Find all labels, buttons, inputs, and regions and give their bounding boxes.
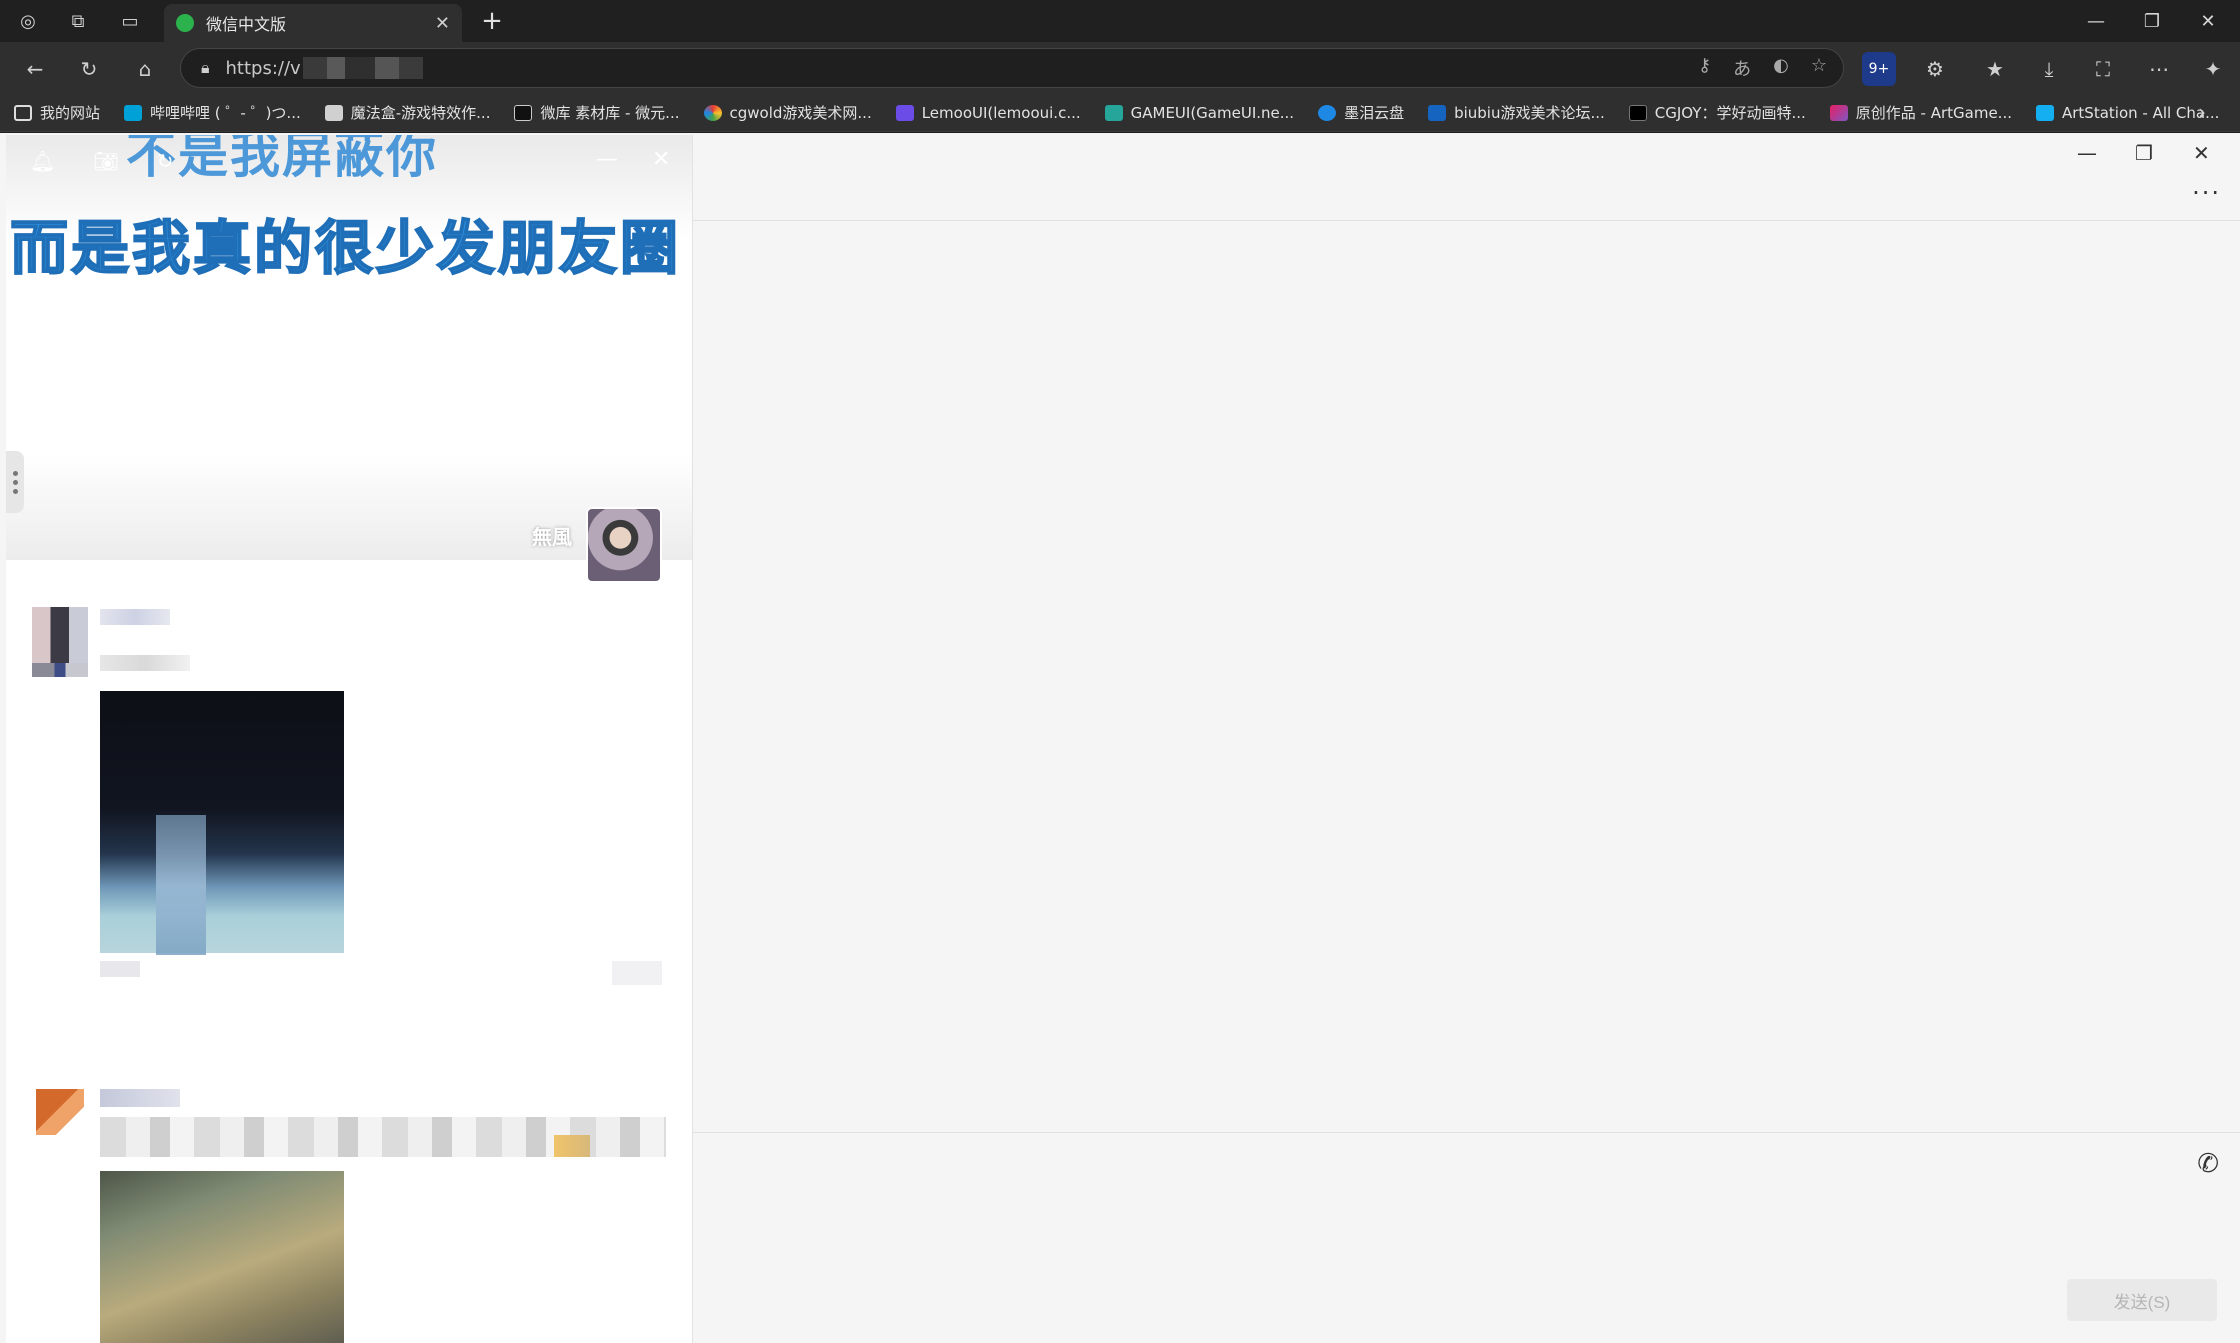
post-actions[interactable] [612,961,662,985]
copilot-icon[interactable]: ✦ [2196,52,2230,86]
biubiu-icon [1428,104,1447,121]
tab-close-icon[interactable]: ✕ [435,13,450,34]
side-drag-handle[interactable] [6,451,24,513]
bookmark-item[interactable]: cgwold游戏美术网... [703,102,872,123]
cgjoy-icon [1628,104,1647,121]
favorites-icon[interactable]: ★ [1978,52,2012,86]
bookmark-item[interactable]: CGJOY：学好动画特... [1628,102,1806,123]
voice-call-icon[interactable]: ✆ [2197,1149,2219,1179]
page-viewport: 不是我屏蔽你 而是我真的很少发朋友圈 無風 🔔︎ 📷︎ ↻ — ✕ — ❐ ✕ … [0,133,2240,1343]
bookmark-item[interactable]: GAMEUI(GameUI.ne... [1104,104,1294,122]
close-window-button[interactable]: ✕ [2186,6,2230,36]
screenshot-icon[interactable]: ⛶ [2086,52,2120,86]
wechat-favicon-icon [176,14,194,32]
post-author[interactable] [100,1089,180,1107]
bilibili-icon [124,104,143,121]
favorite-star-icon[interactable]: ☆ [1811,55,1827,81]
browser-toolbar: ← ↻ ⌂ 🔒︎ https://v ⚷ あ ◐ ☆ 9+ ⚙ ★ ⤓ ⛶ ⋯ … [0,42,2240,94]
minimize-button[interactable]: — [2074,6,2118,36]
user-nickname: 無風 [532,525,572,549]
address-bar[interactable]: 🔒︎ https://v ⚷ あ ◐ ☆ [180,48,1844,88]
post-avatar[interactable] [36,1089,84,1135]
moments-cover: 不是我屏蔽你 而是我真的很少发朋友圈 無風 [6,135,692,583]
browser-window: ◎ ⧉ ▭ 微信中文版 ✕ + — ❐ ✕ ← ↻ ⌂ 🔒︎ https://v… [0,0,2240,1343]
bookmarks-bar: 我的网站 哔哩哔哩 ( ゜- ゜)つ... 魔法盒-游戏特效作... 微库 素材… [0,94,2240,132]
chat-close-icon[interactable]: ✕ [2193,141,2210,165]
bookmark-item[interactable]: ArtStation - All Cha... [2035,104,2219,122]
extension-badge-count: 9+ [1868,61,1890,77]
post-author[interactable] [100,609,170,625]
mofahe-icon [324,104,343,121]
camera-icon[interactable]: 📷︎ [93,149,118,173]
key-icon[interactable]: ⚷ [1698,55,1711,81]
moments-panel: 不是我屏蔽你 而是我真的很少发朋友圈 無風 🔔︎ 📷︎ ↻ — ✕ [6,135,692,1343]
menu-more-icon[interactable]: ⋯ [2142,52,2176,86]
bookmark-item[interactable]: 哔哩哔哩 ( ゜- ゜)つ... [124,102,301,123]
chat-header: — ❐ ✕ ··· [693,135,2240,221]
chat-panel: — ❐ ✕ ··· ✆ 发送(S) [692,135,2240,1343]
post-image-figure [156,815,206,955]
translate-icon[interactable]: あ [1733,55,1751,81]
back-button[interactable]: ← [18,52,52,86]
post-text [100,655,190,671]
chat-minimize-icon[interactable]: — [2077,141,2097,165]
home-button[interactable]: ⌂ [128,52,162,86]
refresh-button[interactable]: ↻ [72,52,106,86]
workspaces-icon[interactable]: ⧉ [62,6,94,36]
moments-toolbar: 🔔︎ 📷︎ ↻ [30,149,174,173]
profile-icon[interactable]: ◎ [12,6,44,36]
bookmark-item[interactable]: 墨泪云盘 [1318,102,1404,123]
restore-button[interactable]: ❐ [2130,6,2174,36]
folder-icon [14,104,32,121]
tab-strip: ◎ ⧉ ▭ 微信中文版 ✕ + — ❐ ✕ [0,0,2240,42]
post-image[interactable] [100,1171,344,1343]
post-emoji [554,1135,590,1157]
tab-wechat[interactable]: 微信中文版 ✕ [164,4,462,42]
artstation-icon [2035,104,2054,121]
chat-input-area[interactable]: ✆ 发送(S) [693,1132,2240,1343]
extension-badge-icon[interactable]: 9+ [1862,52,1896,86]
refresh-icon[interactable]: ↻ [157,149,174,173]
user-avatar[interactable] [586,507,662,583]
tab-title: 微信中文版 [206,15,287,34]
downloads-icon[interactable]: ⤓ [2032,52,2066,86]
post-avatar[interactable] [32,607,88,663]
post-avatar-strip [32,663,88,677]
lemooui-icon [895,104,914,121]
reading-icon[interactable]: ◐ [1773,55,1789,81]
cover-text-line2: 而是我真的很少发朋友圈 [9,213,682,283]
moments-minimize-icon[interactable]: — [596,147,618,172]
chat-more-icon[interactable]: ··· [2192,179,2221,207]
gameui-icon [1104,104,1123,121]
artgame-icon [1829,104,1848,121]
weiku-icon [514,104,533,121]
chat-maximize-icon[interactable]: ❐ [2135,141,2153,165]
bookmark-item[interactable]: LemooUI(lemooui.c... [895,104,1081,122]
bookmarks-overflow-icon[interactable]: › [2198,100,2206,124]
address-actions: ⚷ あ ◐ ☆ [1698,55,1827,81]
molei-cloud-icon [1318,104,1337,121]
address-url: https://v [225,57,301,79]
lock-icon: 🔒︎ [201,58,210,77]
new-tab-button[interactable]: + [476,6,508,36]
bell-icon[interactable]: 🔔︎ [30,149,55,173]
moments-close-icon[interactable]: ✕ [652,147,670,172]
bookmark-item[interactable]: 微库 素材库 - 微元... [514,102,680,123]
bookmark-item[interactable]: 原创作品 - ArtGame... [1829,102,2012,123]
bookmark-item[interactable]: biubiu游戏美术论坛... [1428,102,1605,123]
post-image[interactable] [100,691,344,953]
cgwold-icon [703,104,722,121]
post-time [100,961,140,977]
send-button[interactable]: 发送(S) [2067,1279,2217,1321]
extensions-icon[interactable]: ⚙ [1918,52,1952,86]
bookmark-item[interactable]: 魔法盒-游戏特效作... [324,102,490,123]
bookmark-item[interactable]: 我的网站 [14,102,100,123]
tab-actions-icon[interactable]: ▭ [114,6,146,36]
url-redacted [302,57,423,79]
